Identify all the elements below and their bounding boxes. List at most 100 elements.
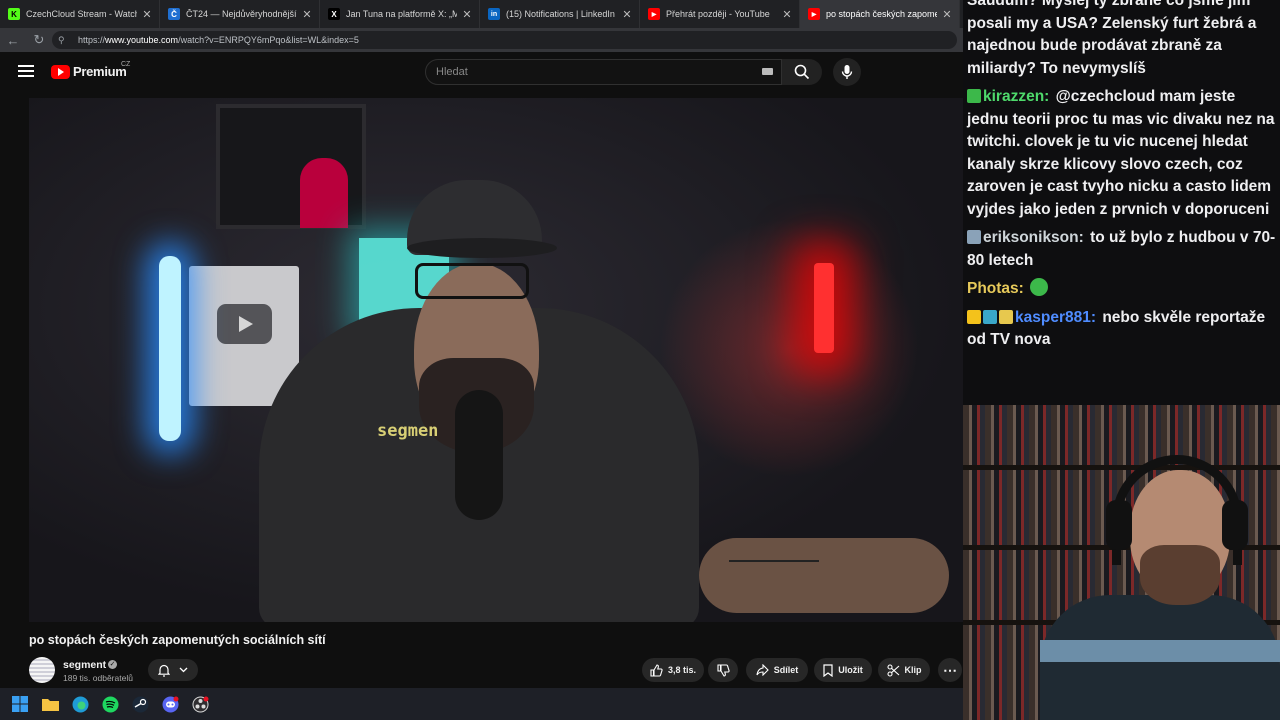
chat-message: eriksonikson: to už bylo z hudbou v 70-8… [967,227,1276,272]
chat-text: @czechcloud mam jeste jednu teorii proc … [967,88,1275,218]
windows-start-icon[interactable] [10,694,30,714]
youtube-premium-logo[interactable]: Premium CZ [51,61,131,79]
event-badge-icon [983,309,997,324]
shelf-board [963,465,1280,470]
close-icon[interactable]: ✕ [461,8,473,21]
search-placeholder: Hledat [436,66,468,78]
tab-title: Přehrát později - YouTube [666,9,770,19]
spotify-icon[interactable] [100,694,120,714]
save-button[interactable]: Uložit [814,658,872,682]
reload-icon[interactable]: ↻ [26,28,52,52]
x-logo-icon: X [328,8,340,20]
chat-text: Saudům? Myslej ty zbraně co jsme jim pos… [967,0,1257,77]
wall-poster [216,104,366,229]
cap-brim [407,238,557,258]
region-code: CZ [121,61,131,68]
chat-username[interactable]: kasper881: [1015,309,1096,326]
chat-message: kirazzen: @czechcloud mam jeste jednu te… [967,86,1276,221]
shirt-stripe [1040,640,1280,662]
keyboard-icon[interactable] [762,68,773,75]
stream-chat: Saudům? Myslej ty zbraně co jsme jim pos… [963,0,1280,405]
youtube-header: Premium CZ Hledat [0,52,963,92]
thumbs-down-icon [716,663,730,677]
tab-linkedin[interactable]: in (15) Notifications | LinkedIn ✕ [480,0,640,28]
tab-x[interactable]: X Jan Tuna na platformě X: „MIMOŘ ✕ [320,0,480,28]
thumbs-up-icon [650,663,663,677]
sub-badge-icon [967,89,981,103]
tab-current-video[interactable]: ▶ po stopách českých zapomenutých ✕ [800,0,960,28]
sub-badge-icon [967,230,981,244]
presenter-glasses [415,263,529,299]
browser-tab-strip: K CzechCloud Stream - Watch Live o ✕ Č Č… [0,0,963,28]
channel-avatar[interactable] [29,657,55,683]
dislike-button[interactable] [708,658,738,682]
share-icon [756,664,769,676]
red-light-tube [814,263,834,353]
url-path: /watch?v=ENRPQY6mPqo&list=WL&index=5 [178,35,359,45]
share-button[interactable]: Sdílet [746,658,808,682]
headphone-right-cup [1222,500,1248,550]
chat-username[interactable]: Photas: [967,280,1024,297]
chat-username[interactable]: kirazzen: [983,88,1049,105]
subscriber-count: 189 tis. odběratelů [63,673,133,683]
menu-icon[interactable] [18,65,34,77]
video-title: po stopách českých zapomenutých sociální… [29,633,326,647]
crown-badge-icon [967,309,981,324]
back-icon[interactable]: ← [0,28,26,52]
studio-microphone [455,390,503,520]
address-bar-row: ← ↻ ⚲ https://www.youtube.com/watch?v=EN… [0,28,963,52]
close-icon[interactable]: ✕ [141,8,153,21]
edge-browser-icon[interactable] [70,694,90,714]
kick-icon: K [8,8,20,20]
chat-username[interactable]: eriksonikson: [983,229,1084,246]
linkedin-icon: in [488,8,500,20]
voice-search-button[interactable] [833,58,861,86]
url-field[interactable]: ⚲ https://www.youtube.com/watch?v=ENRPQY… [52,31,957,49]
arm-tattoo [729,560,819,574]
bell-icon [158,664,171,677]
search-icon [794,64,810,80]
clip-label: Klip [904,665,922,675]
url-scheme: https:// [78,35,106,45]
more-icon: ⋯ [943,661,957,678]
close-icon[interactable]: ✕ [301,8,313,21]
tab-czechcloud[interactable]: K CzechCloud Stream - Watch Live o ✕ [0,0,160,28]
like-button[interactable]: 3,8 tis. [642,658,704,682]
tab-title: ČT24 — Nejdůvěryhodnější zprav [186,9,297,19]
close-icon[interactable]: ✕ [781,8,793,21]
chat-message: kasper881: nebo skvěle reportaže od TV n… [967,307,1276,352]
youtube-icon: ▶ [808,8,820,20]
like-count: 3,8 tis. [667,665,696,675]
sub-badge-icon [999,309,1013,324]
chat-message: Saudům? Myslej ty zbraně co jsme jim pos… [967,0,1276,80]
steam-icon[interactable] [130,694,150,714]
tab-title: (15) Notifications | LinkedIn [506,9,615,19]
close-icon[interactable]: ✕ [941,8,953,21]
clip-button[interactable]: Klip [878,658,930,682]
chat-message: Photas: [967,278,1276,301]
site-info-icon[interactable]: ⚲ [58,35,70,46]
screen: K CzechCloud Stream - Watch Live o ✕ Č Č… [0,0,1280,720]
obs-icon[interactable] [190,694,210,714]
subscription-bell-button[interactable] [148,659,198,681]
youtube-play-icon [51,64,70,79]
channel-name[interactable]: segment [63,659,106,671]
chevron-down-icon [179,667,188,673]
verified-icon: ✓ [108,660,117,669]
save-label: Uložit [838,665,863,675]
microphone-icon [841,65,853,79]
search-button[interactable] [782,59,822,85]
blue-light-tube [159,256,181,441]
youtube-icon: ▶ [648,8,660,20]
more-actions-button[interactable]: ⋯ [938,658,962,682]
tab-title: po stopách českých zapomenutých [826,9,937,19]
search-input[interactable]: Hledat [425,59,782,85]
close-icon[interactable]: ✕ [621,8,633,21]
file-explorer-icon[interactable] [40,694,60,714]
tab-ct24[interactable]: Č ČT24 — Nejdůvěryhodnější zprav ✕ [160,0,320,28]
tab-watch-later[interactable]: ▶ Přehrát později - YouTube ✕ [640,0,800,28]
video-player[interactable]: segmen [29,98,963,622]
ct24-icon: Č [168,8,180,20]
red-light [659,218,919,478]
discord-icon[interactable] [160,694,180,714]
